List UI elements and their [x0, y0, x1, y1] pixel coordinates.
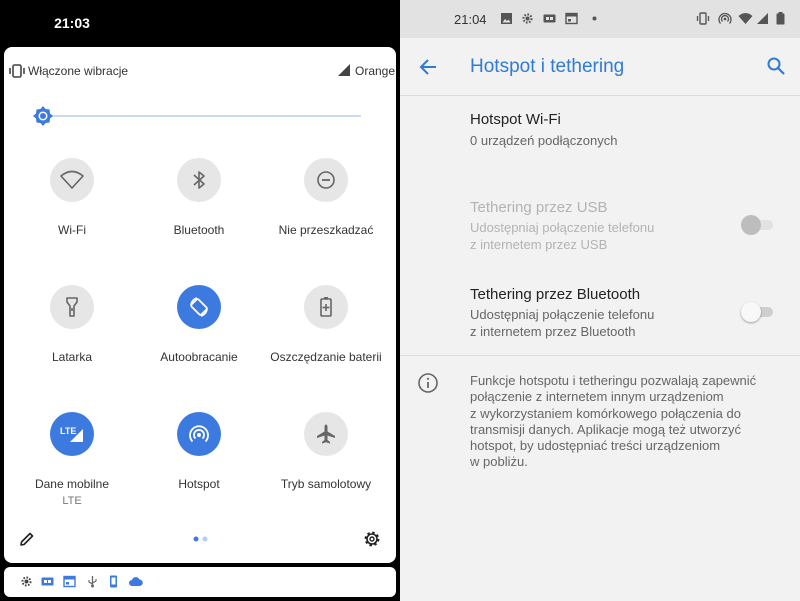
brightness-slider-track[interactable] [49, 115, 361, 117]
tile-sublabel: LTE [62, 495, 82, 507]
mobile-data-icon: LTE [50, 412, 94, 456]
info-line: transmisji danych. Aplikacje mogą też ut… [470, 421, 741, 437]
info-line: hotspot, by udostępniać treści urządzeni… [470, 438, 721, 454]
bluetooth-tethering-switch[interactable] [741, 302, 775, 322]
status-bar-clock: 21:04 [454, 12, 487, 27]
calendar-icon [63, 575, 76, 588]
vibrate-icon [9, 64, 25, 78]
notification-dot-icon [592, 16, 597, 21]
tile-do-not-disturb[interactable]: Nie przeszkadzać [264, 158, 388, 237]
ringer-mode-label[interactable]: Włączone wibracje [28, 64, 128, 78]
tile-label: Latarka [51, 350, 93, 364]
tile-label: Tryb samolotowy [280, 477, 372, 491]
pref-title: Hotspot Wi-Fi [470, 111, 561, 128]
info-line: Funkcje hotspotu i tetheringu pozwalają … [470, 373, 757, 388]
pref-subtitle-line-2: z internetem przez USB [470, 237, 608, 252]
signal-icon [338, 64, 350, 76]
page-title: Hotspot i tethering [470, 56, 625, 77]
cloud-icon [129, 577, 143, 586]
pref-subtitle-line-1: Udostępniaj połączenie telefonu [470, 220, 655, 235]
info-footer-text: Funkcje hotspotu i tetheringu pozwalają … [470, 373, 788, 471]
edit-icon[interactable] [18, 530, 36, 548]
flashlight-icon [50, 285, 94, 329]
tile-label: Wi-Fi [58, 223, 86, 237]
pref-subtitle-line-2: z internetem przez Bluetooth [470, 324, 636, 339]
usb-tethering-switch [741, 215, 775, 235]
usb-icon [88, 576, 97, 588]
wifi-icon [738, 13, 753, 24]
image-icon [501, 13, 512, 24]
pref-subtitle: 0 urządzeń podłączonych [470, 133, 618, 148]
status-bar: 21:04 [400, 0, 800, 38]
app-bar: Hotspot i tethering [400, 38, 800, 96]
settings-icon[interactable] [362, 529, 382, 549]
wifi-icon [50, 158, 94, 202]
info-line: z wykorzystaniem komórkowego połączenia … [470, 405, 741, 421]
tile-label: Nie przeszkadzać [278, 223, 374, 237]
search-icon[interactable] [766, 56, 786, 76]
signal-icon [757, 13, 768, 24]
tile-airplane-mode[interactable]: Tryb samolotowy [264, 412, 388, 491]
sim-card-icon [41, 577, 54, 586]
tile-label: Hotspot [178, 477, 220, 491]
calendar-icon [565, 12, 578, 25]
gear-icon [522, 13, 533, 24]
hotspot-settings-screen: 21:04 Hotspot i tethering Hotspot Wi-Fi … [400, 0, 800, 601]
svg-text:LTE: LTE [60, 426, 76, 436]
bluetooth-icon [177, 158, 221, 202]
gear-icon [21, 576, 32, 587]
phone-icon [110, 575, 117, 588]
page-indicator [193, 536, 208, 542]
tile-flashlight[interactable]: Latarka [10, 285, 134, 364]
do-not-disturb-icon [304, 158, 348, 202]
pref-subtitle-line-1: Udostępniaj połączenie telefonu [470, 307, 655, 322]
tile-label: Autoobracanie [160, 350, 238, 364]
pref-title: Tethering przez Bluetooth [470, 286, 641, 303]
tile-bluetooth[interactable]: Bluetooth [137, 158, 261, 237]
notification-icon-strip[interactable] [4, 567, 396, 597]
hotspot-icon [718, 12, 732, 24]
info-icon [418, 373, 438, 393]
tile-hotspot[interactable]: Hotspot [137, 412, 261, 491]
tile-auto-rotate[interactable]: Autoobracanie [137, 285, 261, 364]
airplane-icon [304, 412, 348, 456]
info-line: w pobliżu. [470, 454, 528, 470]
tile-label: Oszczędzanie baterii [270, 350, 382, 364]
quick-settings-panel: 21:03 Włączone wibracje Orange Wi-Fi Blu… [0, 0, 400, 601]
back-arrow-icon[interactable] [418, 57, 438, 77]
auto-rotate-icon [177, 285, 221, 329]
divider [400, 355, 800, 356]
vibrate-icon [696, 12, 710, 25]
info-line: połączenie z internetem innym urządzenio… [470, 389, 724, 405]
hotspot-icon [177, 412, 221, 456]
sim-card-icon [543, 14, 556, 23]
quick-settings-card: Włączone wibracje Orange Wi-Fi Bluetooth [4, 47, 396, 563]
tile-wifi[interactable]: Wi-Fi [10, 158, 134, 237]
tile-battery-saver[interactable]: Oszczędzanie baterii [264, 285, 388, 364]
status-bar-clock: 21:03 [54, 15, 90, 31]
pref-title: Tethering przez USB [470, 199, 608, 216]
battery-saver-icon [304, 285, 348, 329]
battery-icon [776, 12, 785, 25]
tile-label: Dane mobilne [34, 477, 110, 491]
carrier-name: Orange [355, 64, 396, 78]
brightness-icon[interactable] [32, 105, 54, 127]
tile-mobile-data[interactable]: LTE Dane mobilne LTE [10, 412, 134, 507]
tile-label: Bluetooth [173, 223, 225, 237]
